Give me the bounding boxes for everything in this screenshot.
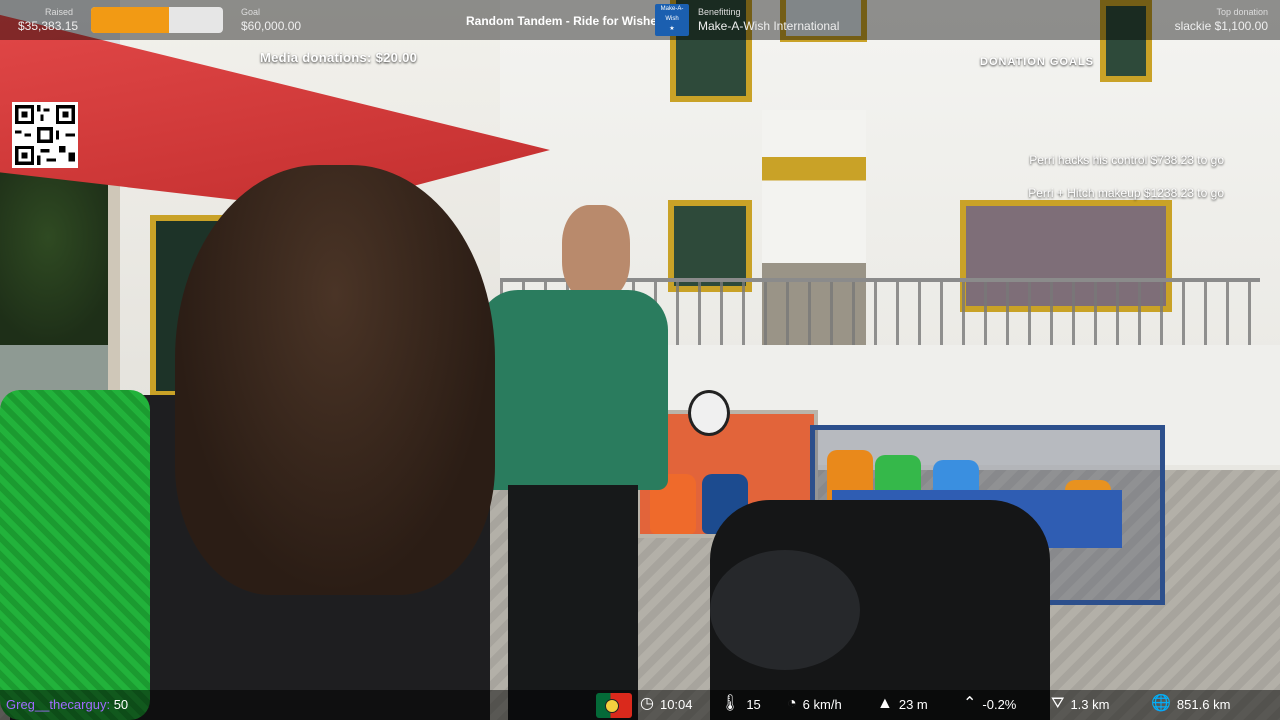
speed-value: 6 km/h xyxy=(802,696,842,712)
temperature-value: 15 xyxy=(746,696,761,712)
top-stats-bar: Raised $35,383.15 Goal $60,000.00 Random… xyxy=(0,0,1280,40)
top-donation-value: slackie $1,100.00 xyxy=(1174,19,1268,33)
progress-fill xyxy=(91,7,169,33)
benefitting-charity: Make-A-Wish International xyxy=(698,19,840,33)
woman-hair xyxy=(175,165,495,595)
clock-icon: ◷ xyxy=(640,695,654,712)
donation-goal-item: Perri hacks his control $738.23 to go xyxy=(1029,153,1224,167)
incline-value: -0.2% xyxy=(982,696,1017,712)
time-stat: ◷ 10:04 xyxy=(640,696,693,712)
bike-mirror xyxy=(688,390,730,436)
helmet xyxy=(710,550,860,670)
incline-icon: ⌃ xyxy=(963,695,977,712)
camera-feed xyxy=(0,0,1280,720)
qr-code-icon xyxy=(12,102,78,168)
fundraising-progress-bar xyxy=(91,7,223,33)
road-icon: ⛛ xyxy=(1051,695,1065,712)
distance-stat: ⛛ 1.3 km xyxy=(1051,696,1109,712)
event-title: Random Tandem - Ride for Wishes xyxy=(466,14,664,28)
speed-stat: ◔ 6 km/h xyxy=(787,696,842,712)
speedometer-icon: ◔ xyxy=(787,695,797,712)
portugal-flag-icon xyxy=(596,693,632,718)
donation-goal-item: Perri + Hitch makeup $1238.23 to go xyxy=(1028,186,1224,200)
top-donation-label: Top donation xyxy=(1216,7,1268,17)
altitude-stat: ▲ 23 m xyxy=(877,696,928,712)
thermometer-icon: 🌡 xyxy=(720,695,741,712)
make-a-wish-logo: Make-A-Wish ★ xyxy=(655,4,689,36)
man-pants xyxy=(508,485,638,720)
bottom-stats-bar: Greg__thecarguy: 50 ◷ 10:04 🌡 15 ◔ 6 km/… xyxy=(0,690,1280,720)
total-distance-value: 851.6 km xyxy=(1176,696,1231,712)
distance-value: 1.3 km xyxy=(1070,696,1110,712)
media-donations-text: Media donations: $20.00 xyxy=(260,50,418,65)
total-distance-stat: 🌐 851.6 km xyxy=(1151,696,1230,712)
globe-icon: 🌐 xyxy=(1151,695,1171,712)
tandem-bike xyxy=(680,430,1120,720)
temperature-stat: 🌡 15 xyxy=(720,696,761,712)
time-value: 10:04 xyxy=(659,696,693,712)
man-head xyxy=(562,205,630,300)
green-crochet-bag xyxy=(0,390,150,720)
goal-label: Goal xyxy=(241,7,261,17)
raised-label: Raised xyxy=(45,7,74,17)
man-shirt xyxy=(478,290,668,490)
donation-goals-title: DONATION GOALS xyxy=(980,56,1095,68)
donation-goal-faded xyxy=(1221,122,1224,136)
benefitting-label: Benefitting xyxy=(698,7,741,17)
altitude-value: 23 m xyxy=(898,696,928,712)
chat-text: 50 xyxy=(113,697,129,712)
goal-amount: $60,000.00 xyxy=(241,19,302,33)
incline-stat: ⌃ -0.2% xyxy=(963,696,1016,712)
chat-message: Greg__thecarguy: 50 xyxy=(6,697,128,712)
raised-amount: $35,383.15 xyxy=(18,19,79,33)
mountain-icon: ▲ xyxy=(877,695,893,712)
man-in-green-shirt xyxy=(470,205,670,720)
chat-username: Greg__thecarguy: xyxy=(6,697,111,712)
woman-with-green-bag xyxy=(0,165,500,720)
